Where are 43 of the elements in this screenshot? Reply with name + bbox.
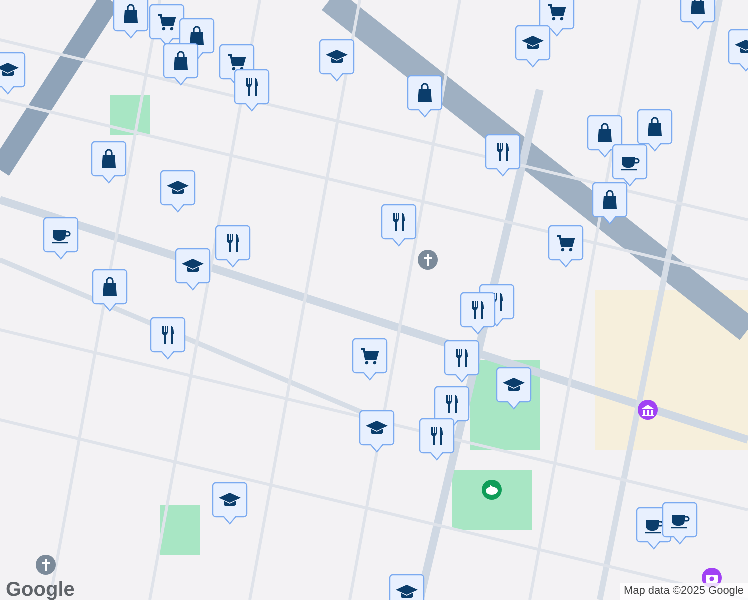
fork-knife-icon [162, 326, 174, 344]
graduation-cap-icon [503, 378, 525, 392]
fork-knife-icon [472, 301, 484, 319]
bag-icon [598, 123, 612, 142]
coffee-cup-icon [671, 515, 690, 529]
fork-knife-icon [456, 349, 468, 367]
fork-knife-icon [393, 213, 405, 231]
bag-icon [102, 149, 116, 168]
cart-icon [557, 235, 576, 252]
bag-icon [691, 0, 705, 14]
cart-icon [158, 14, 176, 31]
cross-icon[interactable] [36, 555, 56, 575]
graduation-cap-icon [366, 421, 388, 434]
fork-knife-icon [497, 143, 509, 161]
google-logo: Google [6, 578, 75, 600]
bag-icon [603, 190, 617, 209]
cart-icon [361, 348, 380, 365]
coffee-cup-icon [52, 230, 71, 244]
graduation-cap-icon [522, 36, 544, 50]
graduation-cap-icon [182, 259, 204, 272]
graduation-cap-icon [219, 493, 241, 506]
fork-knife-icon [246, 78, 258, 96]
cart-icon [548, 4, 566, 21]
bag-icon [124, 4, 138, 23]
graduation-cap-icon [326, 50, 348, 64]
fork-knife-icon [446, 395, 458, 413]
cart-icon [228, 54, 246, 71]
bag-icon [190, 26, 204, 45]
coffee-cup-icon [645, 520, 664, 534]
graduation-cap-icon [396, 585, 418, 598]
graduation-cap-icon [735, 40, 748, 54]
bag-icon [648, 117, 662, 136]
coffee-cup-icon [621, 157, 640, 171]
fork-knife-icon [431, 427, 443, 445]
bag-icon [174, 51, 188, 70]
cross-icon[interactable] [418, 250, 438, 270]
bag-icon [103, 277, 117, 296]
museum-icon[interactable] [638, 400, 658, 420]
map-attribution: Map data ©2025 Google [620, 583, 748, 600]
graduation-cap-icon [0, 63, 19, 76]
bag-icon [418, 83, 432, 102]
fork-knife-icon [227, 234, 239, 252]
graduation-cap-icon [167, 181, 189, 194]
